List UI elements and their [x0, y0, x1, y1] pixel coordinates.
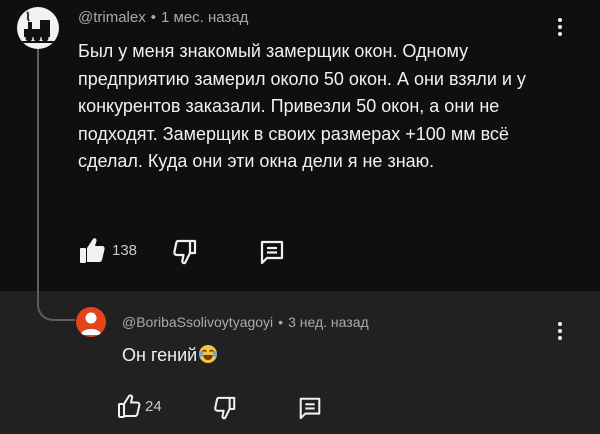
reply-text: Он гений	[122, 343, 218, 367]
like-count: 138	[112, 241, 138, 259]
meta-separator: •	[150, 9, 156, 26]
more-options-icon[interactable]	[555, 322, 565, 346]
thumbs-down-icon	[173, 239, 197, 265]
steam-locomotive-icon	[21, 11, 55, 43]
reply-meta: @BoribaSsolivoytyagoyi • 3 нед. назад	[122, 314, 369, 330]
dislike-button[interactable]	[172, 238, 198, 266]
reply-text-content: Он гений	[122, 345, 198, 365]
reply-avatar[interactable]	[76, 307, 106, 337]
comment-icon	[260, 240, 284, 265]
thread-line	[37, 48, 39, 294]
reply-author-name[interactable]: @BoribaSsolivoytyagoyi	[122, 314, 273, 330]
thumbs-up-icon	[118, 394, 141, 418]
user-icon	[81, 312, 101, 335]
avatar[interactable]	[17, 7, 59, 49]
reply-dislike-button[interactable]	[213, 395, 237, 421]
reply-button[interactable]	[258, 238, 286, 266]
reply-time[interactable]: 3 нед. назад	[288, 314, 369, 330]
reply-like-count: 24	[145, 397, 162, 415]
like-button[interactable]: 138	[78, 235, 137, 265]
comment-text: Был у меня знакомый замерщик окон. Одном…	[78, 41, 526, 171]
author-name[interactable]: @trimalex	[78, 9, 146, 26]
face-with-tears-of-joy-icon	[199, 345, 218, 363]
thumbs-up-icon	[80, 238, 105, 263]
comment-icon	[299, 397, 321, 420]
thumbs-down-icon	[214, 396, 236, 420]
comment-meta: @trimalex • 1 мес. назад	[78, 9, 248, 26]
reply-like-button[interactable]: 24	[117, 393, 162, 419]
comment-time[interactable]: 1 мес. назад	[161, 9, 248, 26]
reply-reply-button[interactable]	[297, 395, 323, 421]
thread-line-connector	[37, 291, 75, 321]
meta-separator: •	[278, 314, 284, 330]
